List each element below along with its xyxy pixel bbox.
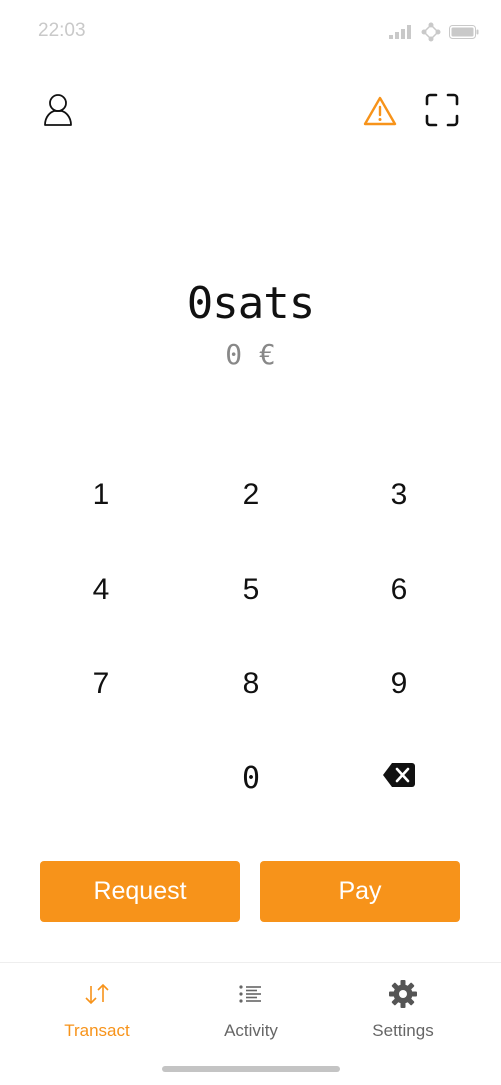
key-1[interactable]: 1	[41, 460, 161, 530]
user-icon	[42, 92, 74, 133]
key-5[interactable]: 5	[191, 555, 311, 625]
tab-transact-label: Transact	[64, 1021, 130, 1040]
backspace-icon	[383, 761, 415, 795]
home-indicator	[162, 1066, 340, 1072]
key-3[interactable]: 3	[339, 460, 459, 530]
key-8[interactable]: 8	[191, 649, 311, 719]
amount-fiat: 0 €	[225, 338, 276, 371]
signal-bars-icon	[389, 25, 413, 44]
tab-settings[interactable]: Settings	[328, 977, 478, 1041]
key-0[interactable]: 0	[191, 743, 311, 813]
profile-button[interactable]	[38, 92, 78, 132]
scan-frame-icon	[425, 93, 459, 132]
request-button[interactable]: Request	[40, 861, 240, 922]
status-icons	[389, 22, 479, 47]
key-9[interactable]: 9	[339, 649, 459, 719]
backspace-key[interactable]	[339, 743, 459, 813]
status-time: 22:03	[38, 20, 86, 41]
list-icon	[239, 977, 263, 1011]
key-2[interactable]: 2	[191, 460, 311, 530]
key-6[interactable]: 6	[339, 555, 459, 625]
warning-triangle-icon	[363, 96, 397, 131]
tab-transact[interactable]: Transact	[22, 977, 172, 1041]
key-4[interactable]: 4	[41, 555, 161, 625]
gear-icon	[388, 977, 418, 1011]
warning-button[interactable]	[360, 94, 400, 132]
key-7[interactable]: 7	[41, 649, 161, 719]
pay-button[interactable]: Pay	[260, 861, 460, 922]
amount-sats: 0sats	[186, 278, 315, 329]
transfer-arrows-icon	[83, 977, 111, 1011]
scan-button[interactable]	[420, 90, 464, 134]
battery-icon	[449, 25, 479, 44]
tab-activity[interactable]: Activity	[176, 977, 326, 1041]
tab-settings-label: Settings	[372, 1021, 434, 1040]
network-nodes-icon	[421, 22, 441, 47]
tab-activity-label: Activity	[224, 1021, 278, 1040]
